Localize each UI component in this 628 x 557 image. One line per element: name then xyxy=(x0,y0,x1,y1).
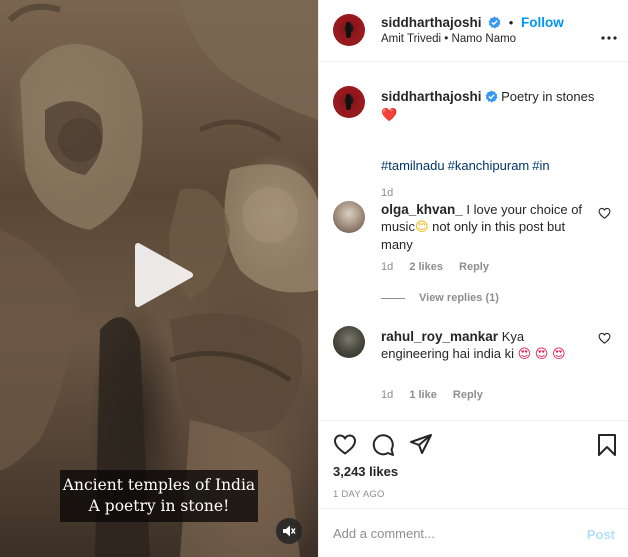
divider-line xyxy=(381,297,405,299)
like-comment-heart-icon[interactable] xyxy=(598,207,611,219)
avatar[interactable] xyxy=(333,14,365,46)
hashtag-link[interactable]: #in xyxy=(532,158,549,173)
overlay-line-2: A poetry in stone! xyxy=(88,497,230,515)
caption-text: siddharthajoshi Poetry in stones ❤️ xyxy=(381,88,617,125)
mute-button[interactable] xyxy=(276,518,302,544)
more-options-button[interactable] xyxy=(601,28,617,43)
caption-username[interactable]: siddharthajoshi xyxy=(381,89,482,104)
follow-button[interactable]: Follow xyxy=(521,15,564,30)
verified-badge-icon xyxy=(485,90,497,103)
post-header: siddharthajoshi • Follow Amit Trivedi • … xyxy=(319,0,628,62)
comment-emoji: 😍 xyxy=(534,347,549,362)
username-link[interactable]: siddharthajoshi xyxy=(381,15,482,30)
avatar[interactable] xyxy=(333,201,365,233)
comments-section[interactable]: siddharthajoshi Poetry in stones ❤️ #tam… xyxy=(319,62,628,420)
comment-text: rahul_roy_mankar Kya engineering hai ind… xyxy=(381,328,586,363)
comment-username[interactable]: rahul_roy_mankar xyxy=(381,329,498,344)
more-options-icon xyxy=(601,36,617,40)
video-text-overlay: Ancient temples of India A poetry in sto… xyxy=(60,470,258,522)
heart-icon[interactable] xyxy=(333,433,357,455)
comment-text: olga_khvan_ I love your choice of music😊… xyxy=(381,201,586,253)
speaker-muted-icon xyxy=(283,525,296,537)
overlay-line-1: Ancient temples of India xyxy=(62,476,256,494)
share-icon[interactable] xyxy=(409,433,433,455)
avatar[interactable] xyxy=(333,326,365,358)
play-button[interactable] xyxy=(130,240,196,310)
verified-badge-icon xyxy=(488,16,501,29)
comment-icon[interactable] xyxy=(371,433,395,457)
comment-emoji: 😍 xyxy=(517,347,532,362)
caption-timestamp: 1d xyxy=(381,187,394,199)
comment-meta: 1d 1 like Reply xyxy=(381,389,496,401)
like-comment-heart-icon[interactable] xyxy=(598,332,611,344)
caption-body: Poetry in stones xyxy=(501,89,595,104)
comment-emoji: 😊 xyxy=(414,220,429,235)
audio-artist[interactable]: Amit Trivedi xyxy=(381,33,441,45)
hashtag-list: #tamilnadu #kanchipuram #in xyxy=(381,158,553,173)
audio-separator: • xyxy=(444,33,449,45)
post-actions: 3,243 likes 1 DAY AGO xyxy=(319,420,628,508)
play-icon xyxy=(135,243,193,307)
avatar[interactable] xyxy=(333,86,365,118)
comment-time: 1d xyxy=(381,261,394,273)
view-replies-button[interactable]: View replies (1) xyxy=(381,292,499,304)
comment-input[interactable] xyxy=(333,523,563,543)
comment-username[interactable]: olga_khvan_ xyxy=(381,202,463,217)
hashtag-link[interactable]: #tamilnadu xyxy=(381,158,445,173)
comment-likes[interactable]: 1 like xyxy=(409,389,437,401)
audio-track[interactable]: Namo Namo xyxy=(452,33,517,45)
view-replies-label: View replies (1) xyxy=(419,292,499,304)
separator-dot: • xyxy=(508,15,514,30)
hashtag-link[interactable]: #kanchipuram xyxy=(448,158,530,173)
post-timestamp: 1 DAY AGO xyxy=(333,489,385,500)
comment-meta: 1d 2 likes Reply xyxy=(381,261,502,273)
bookmark-icon[interactable] xyxy=(597,433,617,457)
reply-button[interactable]: Reply xyxy=(453,389,483,401)
comment-time: 1d xyxy=(381,389,394,401)
post-media-video[interactable]: Ancient temples of India A poetry in sto… xyxy=(0,0,318,557)
comment-composer: Post xyxy=(319,508,628,557)
audio-info[interactable]: Amit Trivedi • Namo Namo xyxy=(381,33,516,45)
reply-button[interactable]: Reply xyxy=(459,261,489,273)
caption-emoji: ❤️ xyxy=(381,108,398,123)
post-details-panel: siddharthajoshi • Follow Amit Trivedi • … xyxy=(318,0,628,557)
likes-count[interactable]: 3,243 likes xyxy=(333,464,398,479)
header-user-line: siddharthajoshi • Follow xyxy=(381,15,564,30)
post-comment-button[interactable]: Post xyxy=(587,527,615,542)
comment-likes[interactable]: 2 likes xyxy=(409,261,443,273)
comment-emoji: 😍 xyxy=(551,347,566,362)
